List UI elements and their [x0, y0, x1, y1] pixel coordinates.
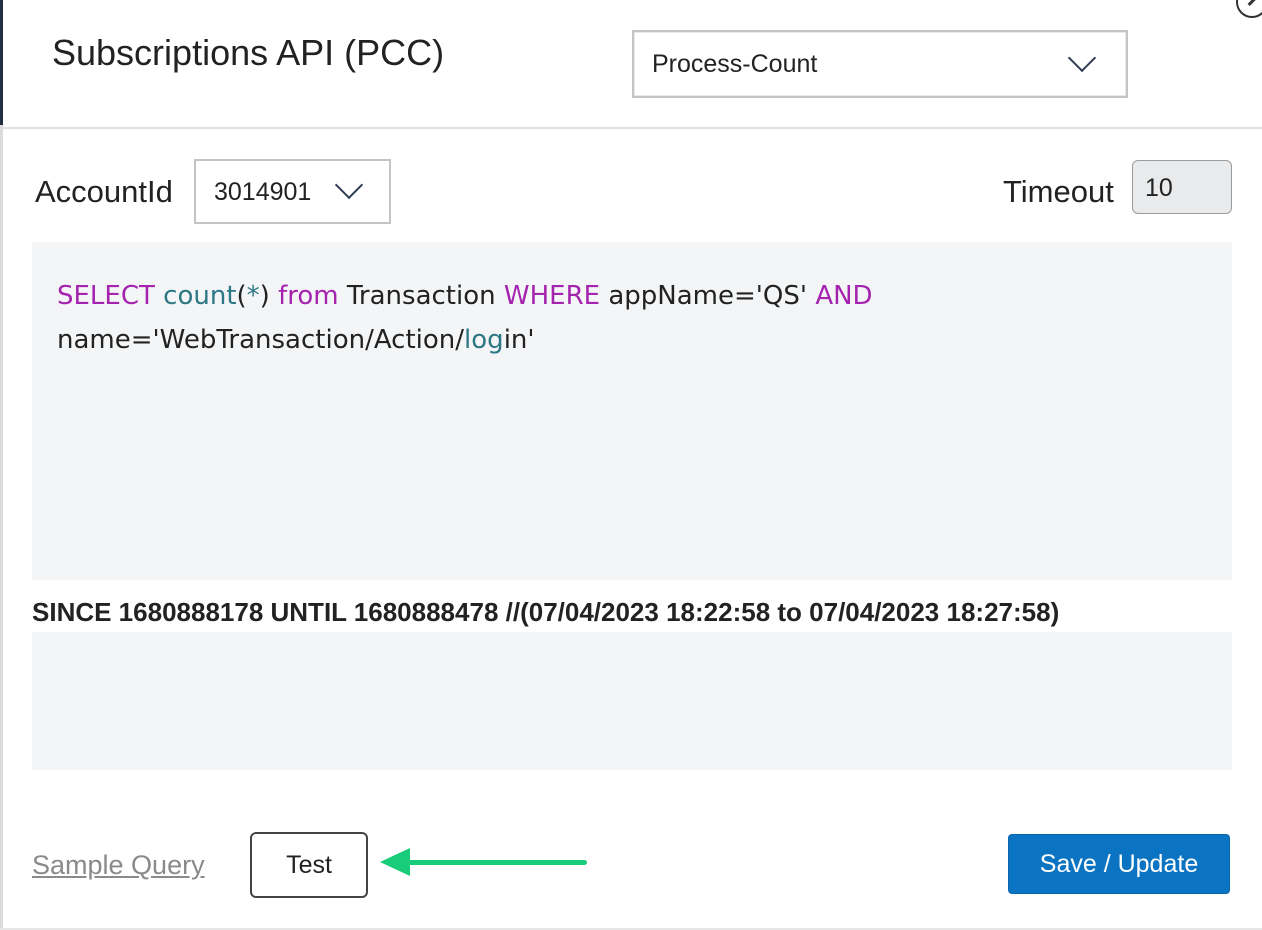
query-token-plain: ) [259, 281, 279, 311]
account-id-value: 3014901 [214, 178, 312, 206]
query-token-keyword: WHERE [503, 281, 601, 311]
account-id-select[interactable]: 3014901 [194, 159, 391, 224]
chevron-down-icon [1067, 43, 1097, 73]
account-id-label: AccountId [35, 174, 173, 209]
chevron-down-icon [334, 170, 364, 200]
header-divider [3, 127, 1262, 129]
query-token-keyword: AND [815, 281, 873, 311]
test-button[interactable]: Test [250, 832, 368, 898]
query-line-2: name='WebTransaction/Action/login' [57, 318, 873, 362]
query-token-function: log [464, 325, 504, 355]
query-line-1: SELECT count(*) from Transaction WHERE a… [57, 274, 873, 318]
arrow-head [380, 848, 410, 876]
sample-query-link[interactable]: Sample Query [32, 850, 205, 881]
query-code: SELECT count(*) from Transaction WHERE a… [57, 274, 873, 362]
query-token-plain: name='WebTransaction/Action/ [57, 325, 465, 355]
query-token-keyword: SELECT [57, 281, 155, 311]
query-token-plain: appName='QS' [600, 281, 816, 311]
query-token-plain: in' [503, 325, 535, 355]
save-update-button[interactable]: Save / Update [1008, 834, 1230, 894]
since-until-text: SINCE 1680888178 UNTIL 1680888478 //(07/… [32, 597, 1060, 627]
query-token-keyword: from [278, 281, 339, 311]
timeout-label: Timeout [1003, 174, 1114, 209]
query-token-plain [155, 281, 163, 311]
query-token-function: * [246, 281, 260, 311]
arrow-left-icon [395, 860, 587, 865]
window-edge [0, 0, 3, 930]
process-select-value: Process-Count [652, 50, 818, 78]
query-token-plain: ( [236, 281, 247, 311]
query-editor[interactable]: SELECT count(*) from Transaction WHERE a… [32, 242, 1232, 580]
process-select[interactable]: Process-Count [632, 30, 1128, 98]
query-token-plain: Transaction [338, 281, 504, 311]
close-icon[interactable] [1236, 0, 1262, 18]
dialog-title: Subscriptions API (PCC) [52, 32, 445, 73]
query-token-function: count [163, 281, 237, 311]
timeout-input[interactable]: 10 [1132, 160, 1232, 214]
result-area [32, 632, 1232, 770]
